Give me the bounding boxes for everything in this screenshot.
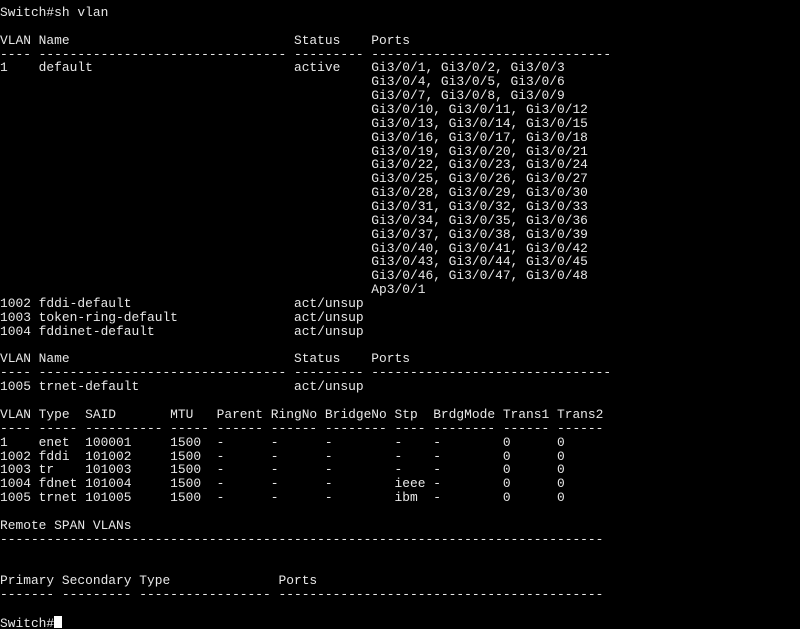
output-line: 1003 token-ring-default act/unsup <box>0 309 364 325</box>
output-line: Gi3/0/25, Gi3/0/26, Gi3/0/27 <box>0 171 588 187</box>
output-line: 1 enet 100001 1500 - - - - - 0 0 <box>0 434 565 450</box>
output-line: 1003 tr 101003 1500 - - - - - 0 0 <box>0 462 565 478</box>
output-line: Gi3/0/13, Gi3/0/14, Gi3/0/15 <box>0 115 588 131</box>
output-line: 1005 trnet-default act/unsup <box>0 379 364 395</box>
output-line: Primary Secondary Type Ports <box>0 573 318 589</box>
output-line: ---- ----- ---------- ----- ------ -----… <box>0 420 604 436</box>
output-line: ---- -------------------------------- --… <box>0 46 612 62</box>
terminal-window[interactable]: Switch#sh vlan VLAN Name Status Ports ----… <box>0 0 800 629</box>
output-line: VLAN Type SAID MTU Parent RingNo BridgeN… <box>0 406 604 422</box>
terminal-output: Switch#sh vlan VLAN Name Status Ports ----… <box>0 0 800 629</box>
output-line: 1 default active Gi3/0/1, Gi3/0/2, Gi3/0… <box>0 60 565 76</box>
prompt-line[interactable]: Switch# <box>0 615 800 629</box>
output-line: Gi3/0/22, Gi3/0/23, Gi3/0/24 <box>0 157 588 173</box>
output-line: Switch#sh vlan <box>0 5 109 20</box>
output-line: ------- --------- ----------------- ----… <box>0 587 604 603</box>
output-line: ---- -------------------------------- --… <box>0 365 612 381</box>
output-line: Gi3/0/46, Gi3/0/47, Gi3/0/48 <box>0 268 588 284</box>
output-line: Gi3/0/40, Gi3/0/41, Gi3/0/42 <box>0 240 588 256</box>
output-line: Remote SPAN VLANs <box>0 517 132 533</box>
output-line: ----------------------------------------… <box>0 531 604 547</box>
output-line: Gi3/0/10, Gi3/0/11, Gi3/0/12 <box>0 102 588 118</box>
output-line: 1004 fdnet 101004 1500 - - - ieee - 0 0 <box>0 476 565 492</box>
output-line: Gi3/0/7, Gi3/0/8, Gi3/0/9 <box>0 88 565 104</box>
output-line: 1004 fddinet-default act/unsup <box>0 323 364 339</box>
output-line: Gi3/0/31, Gi3/0/32, Gi3/0/33 <box>0 199 588 215</box>
output-line: VLAN Name Status Ports <box>0 32 410 48</box>
output-line: Gi3/0/19, Gi3/0/20, Gi3/0/21 <box>0 143 588 159</box>
output-line: 1005 trnet 101005 1500 - - - ibm - 0 0 <box>0 490 565 506</box>
output-line: Ap3/0/1 <box>0 282 426 298</box>
output-line: Gi3/0/16, Gi3/0/17, Gi3/0/18 <box>0 129 588 145</box>
output-line: Gi3/0/34, Gi3/0/35, Gi3/0/36 <box>0 212 588 228</box>
output-line: 1002 fddi-default act/unsup <box>0 296 364 312</box>
output-line: Gi3/0/28, Gi3/0/29, Gi3/0/30 <box>0 185 588 201</box>
output-line: Gi3/0/43, Gi3/0/44, Gi3/0/45 <box>0 254 588 270</box>
output-line: VLAN Name Status Ports <box>0 351 410 367</box>
output-line: 1002 fddi 101002 1500 - - - - - 0 0 <box>0 448 565 464</box>
text-cursor <box>54 615 63 628</box>
output-line: Gi3/0/37, Gi3/0/38, Gi3/0/39 <box>0 226 588 242</box>
output-line: Gi3/0/4, Gi3/0/5, Gi3/0/6 <box>0 74 565 90</box>
